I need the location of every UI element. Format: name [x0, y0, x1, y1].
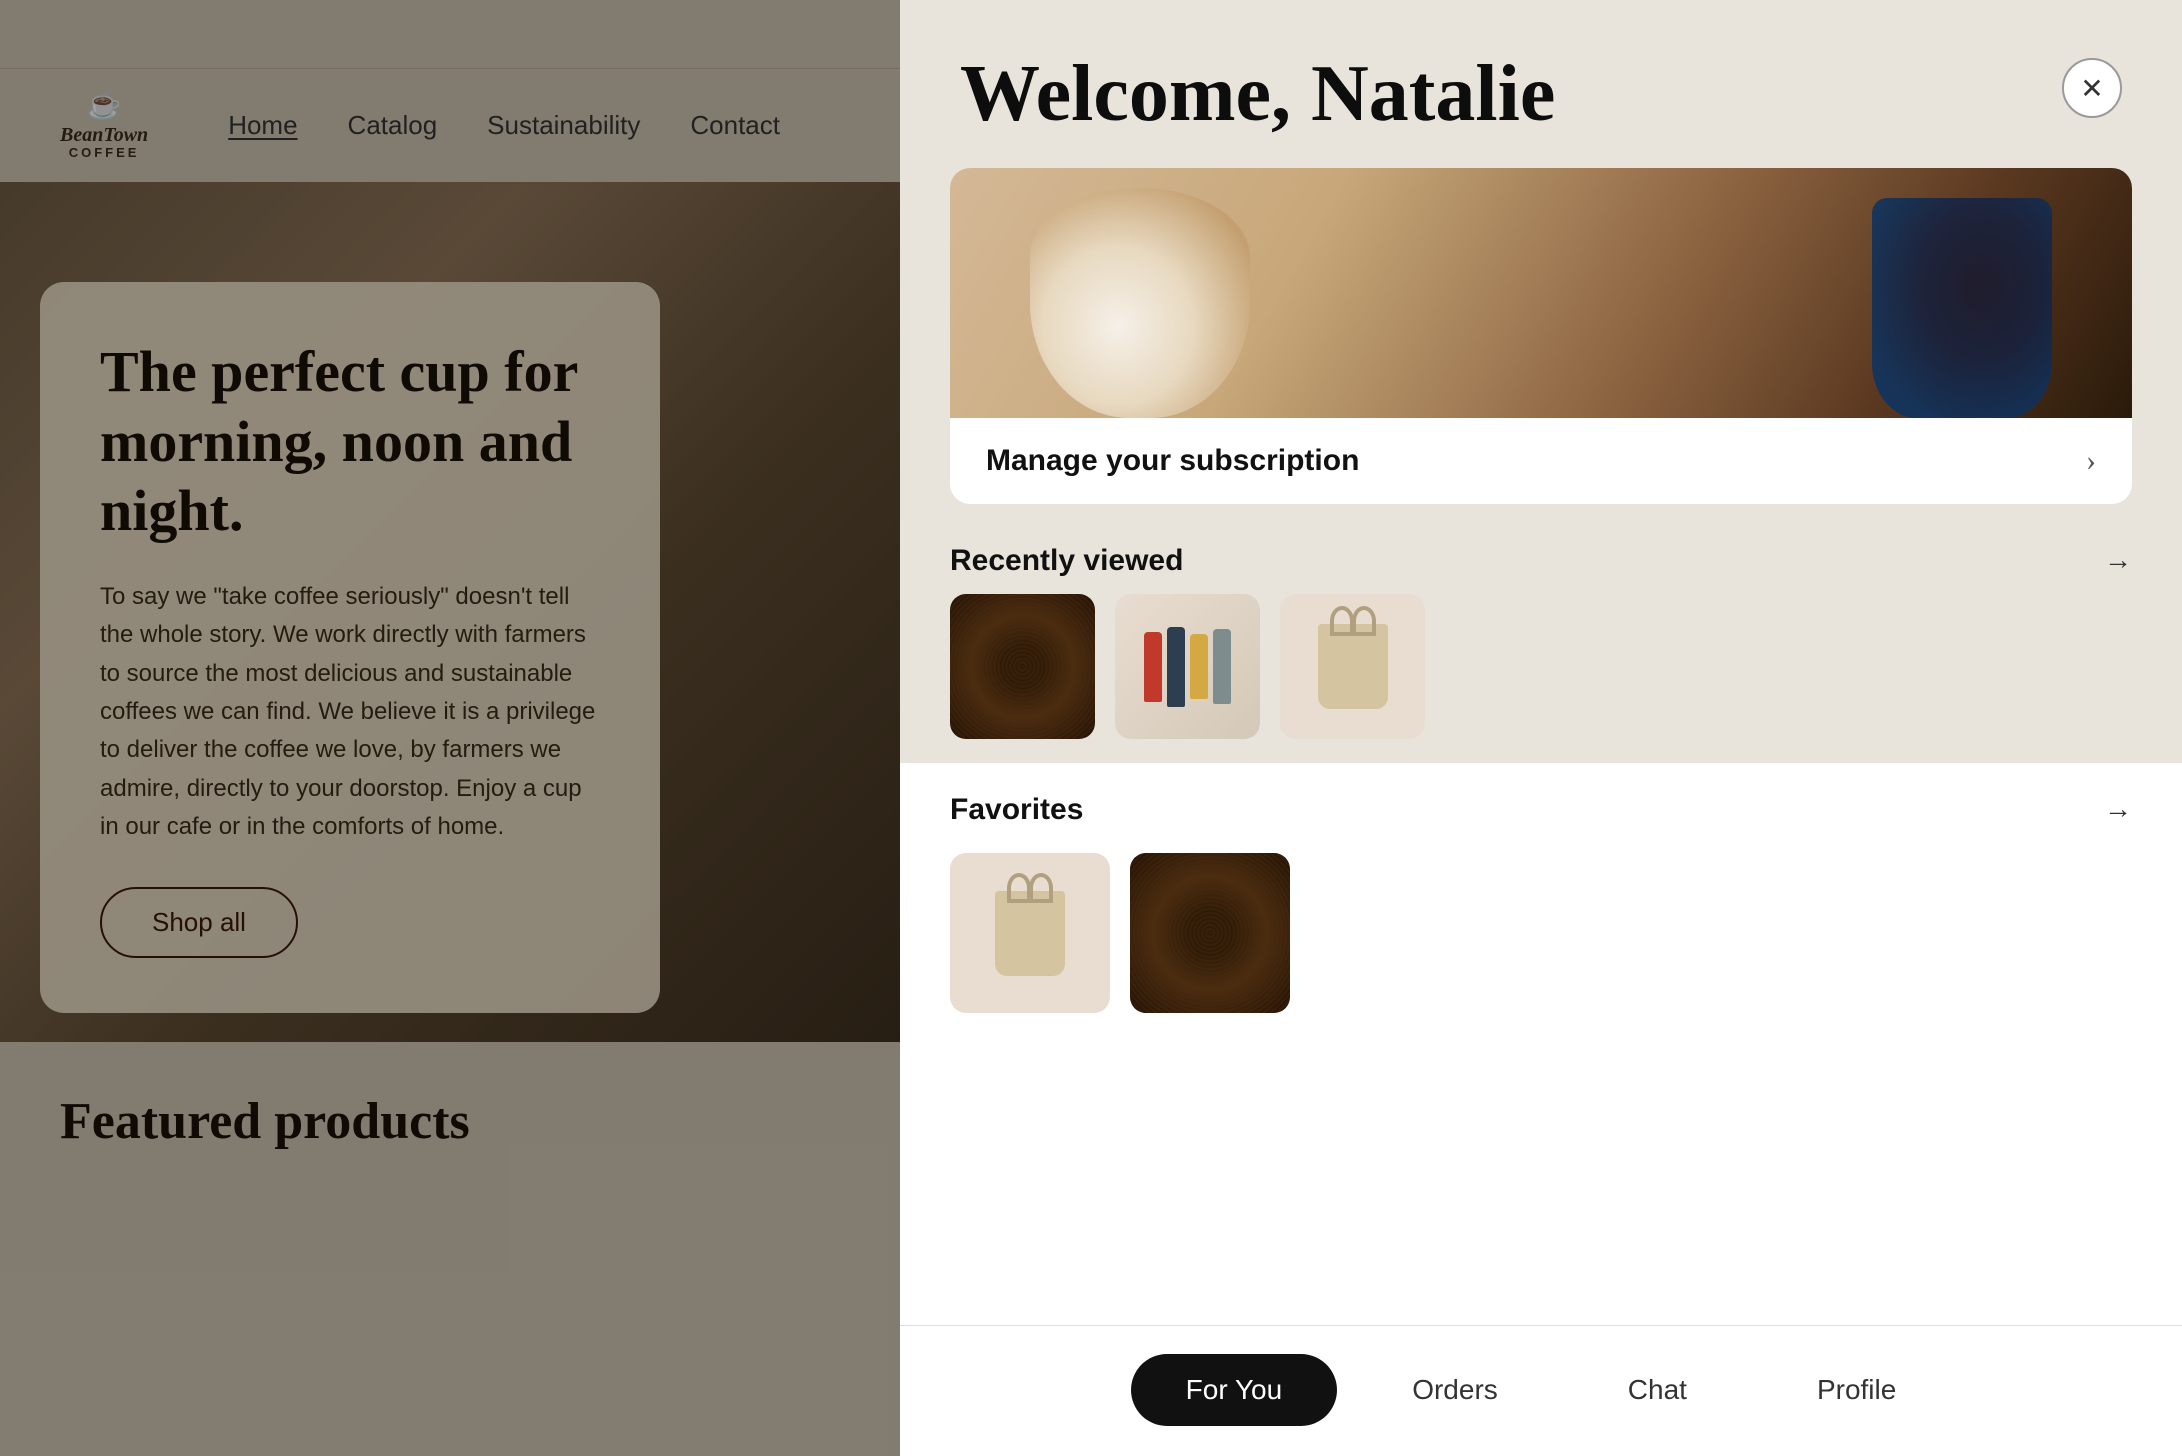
recently-viewed-title: Recently viewed: [950, 544, 1183, 578]
bottle-dark: [1167, 627, 1185, 707]
panel-header: Welcome, Natalie ✕: [900, 0, 2182, 168]
tote-thumbnail: [1280, 594, 1425, 739]
side-panel: Welcome, Natalie ✕ Manage your subscript…: [900, 0, 2182, 1456]
panel-welcome-title: Welcome, Natalie: [960, 50, 1555, 138]
favorites-items: [900, 843, 2182, 1043]
tab-orders[interactable]: Orders: [1357, 1354, 1553, 1426]
fav-tote-shape: [995, 891, 1065, 976]
tab-for-you[interactable]: For You: [1131, 1354, 1338, 1426]
close-button[interactable]: ✕: [2062, 58, 2122, 118]
subscription-label: Manage your subscription: [986, 444, 1359, 478]
tote-shape: [1318, 624, 1388, 709]
favorites-arrow-icon[interactable]: →: [2104, 794, 2132, 826]
subscription-image: [950, 168, 2132, 418]
fav-beans-thumb: [1130, 853, 1290, 1013]
recently-viewed-item-2[interactable]: [1115, 594, 1260, 739]
subscription-chevron-icon: ›: [2086, 444, 2096, 478]
favorites-section: Favorites →: [900, 763, 2182, 1325]
recently-viewed-arrow-icon[interactable]: →: [2104, 545, 2132, 577]
supplies-thumbnail: [1115, 594, 1260, 739]
fav-tote-thumb: [950, 853, 1110, 1013]
tab-profile[interactable]: Profile: [1762, 1354, 1951, 1426]
favorites-header: Favorites →: [900, 763, 2182, 843]
cup-right-decoration: [1872, 198, 2052, 418]
subscription-card[interactable]: Manage your subscription ›: [950, 168, 2132, 504]
recently-viewed-item-1[interactable]: [950, 594, 1095, 739]
favorites-item-2[interactable]: [1130, 853, 1290, 1013]
favorites-title: Favorites: [950, 793, 1083, 827]
tab-bar: For You Orders Chat Profile: [900, 1325, 2182, 1456]
recently-viewed-header: Recently viewed →: [900, 534, 2182, 594]
favorites-item-1[interactable]: [950, 853, 1110, 1013]
bottle-red: [1144, 632, 1162, 702]
bottle-gold: [1190, 634, 1208, 699]
recently-viewed-items: [900, 594, 2182, 763]
subscription-info: Manage your subscription ›: [950, 418, 2132, 504]
cup-left-decoration: [1030, 188, 1250, 418]
beans-thumbnail: [950, 594, 1095, 739]
tab-chat[interactable]: Chat: [1573, 1354, 1742, 1426]
recently-viewed-item-3[interactable]: [1280, 594, 1425, 739]
bottle-gray: [1213, 629, 1231, 704]
